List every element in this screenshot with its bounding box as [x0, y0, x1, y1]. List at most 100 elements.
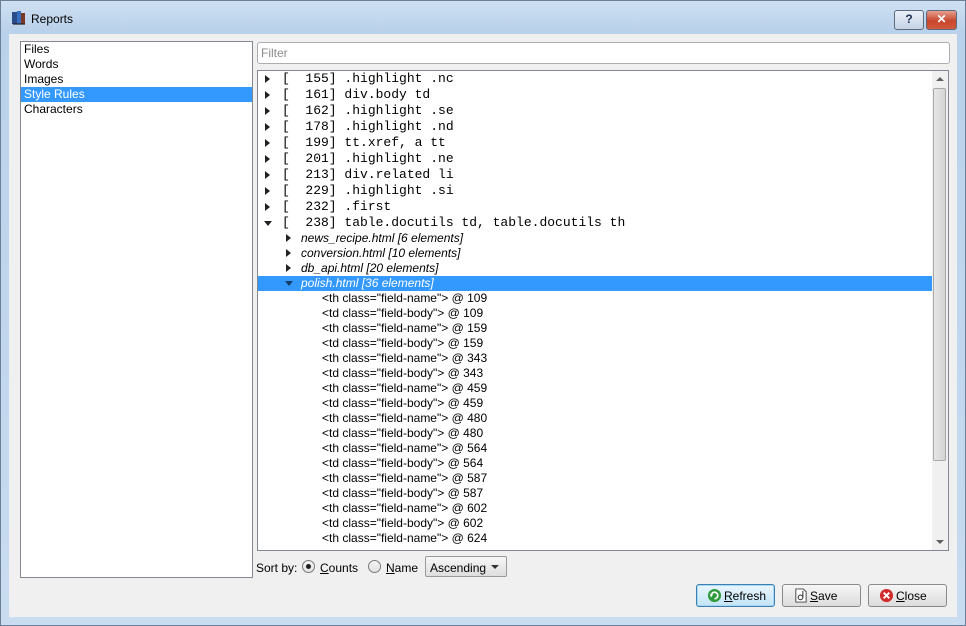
close-accel: C [896, 589, 905, 603]
file-label: conversion.html [10 elements] [301, 246, 461, 260]
dialog-body: Files Words Images Style Rules Characters Fi… [9, 34, 957, 617]
style-rule-text: [ 201] .highlight .ne [282, 151, 454, 166]
save-button[interactable]: Save [782, 584, 861, 607]
file-row[interactable]: news_recipe.html [6 elements] [258, 231, 932, 246]
element-row[interactable]: <td class="field-body"> @ 602 [258, 516, 932, 531]
expand-right-arrow-icon[interactable] [286, 234, 291, 242]
scroll-up-arrow-icon[interactable] [932, 71, 948, 87]
expand-right-arrow-icon[interactable] [265, 155, 270, 163]
save-icon [795, 588, 807, 603]
file-label: db_api.html [20 elements] [301, 261, 439, 275]
style-rule-text: [ 161] div.body td [282, 87, 431, 102]
window-title: Reports [31, 12, 74, 26]
close-label: lose [904, 589, 927, 603]
scroll-down-arrow-icon[interactable] [932, 534, 948, 550]
help-button[interactable]: ? [894, 10, 924, 30]
expand-right-arrow-icon[interactable] [265, 203, 270, 211]
element-row[interactable]: <td class="field-body"> @ 564 [258, 456, 932, 471]
sort-name-label[interactable]: Name [386, 561, 418, 575]
chevron-down-icon [491, 565, 499, 569]
element-row[interactable]: <th class="field-name"> @ 109 [258, 291, 932, 306]
style-rule-row[interactable]: [ 213] div.related li [258, 167, 932, 183]
expand-right-arrow-icon[interactable] [286, 249, 291, 257]
element-row[interactable]: <th class="field-name"> @ 459 [258, 381, 932, 396]
style-rule-text: [ 232] .first [282, 199, 392, 214]
style-rule-row[interactable]: [ 199] tt.xref, a tt [258, 135, 932, 151]
expand-right-arrow-icon[interactable] [265, 171, 270, 179]
element-row[interactable]: <th class="field-name"> @ 587 [258, 471, 932, 486]
category-item[interactable]: Images [21, 72, 252, 87]
expand-right-arrow-icon[interactable] [265, 107, 270, 115]
expand-down-arrow-icon[interactable] [264, 221, 272, 226]
style-rule-row[interactable]: [ 155] .highlight .nc [258, 71, 932, 87]
scrollbar-thumb[interactable] [933, 88, 946, 461]
sort-bar: Sort by: Counts Name Ascending [256, 556, 556, 580]
element-row[interactable]: <th class="field-name"> @ 159 [258, 321, 932, 336]
close-icon [879, 588, 894, 603]
tree-content: [ 155] .highlight .nc[ 161] div.body td[… [258, 71, 932, 546]
category-item[interactable]: Style Rules [21, 87, 252, 102]
style-rule-text: [ 199] tt.xref, a tt [282, 135, 446, 150]
expand-right-arrow-icon[interactable] [265, 91, 270, 99]
file-label: polish.html [36 elements] [301, 276, 434, 290]
sort-order-select[interactable]: Ascending [425, 556, 507, 577]
file-label: news_recipe.html [6 elements] [301, 231, 464, 245]
filter-placeholder: Filter [261, 46, 288, 60]
style-rule-text: [ 229] .highlight .si [282, 183, 454, 198]
element-row[interactable]: <th class="field-name"> @ 602 [258, 501, 932, 516]
style-rule-row[interactable]: [ 201] .highlight .ne [258, 151, 932, 167]
expand-right-arrow-icon[interactable] [286, 264, 291, 272]
expand-right-arrow-icon[interactable] [265, 123, 270, 131]
element-row[interactable]: <td class="field-body"> @ 459 [258, 396, 932, 411]
element-row[interactable]: <th class="field-name"> @ 343 [258, 351, 932, 366]
expand-right-arrow-icon[interactable] [265, 75, 270, 83]
element-row[interactable]: <td class="field-body"> @ 159 [258, 336, 932, 351]
category-item[interactable]: Words [21, 57, 252, 72]
element-row[interactable]: <th class="field-name"> @ 480 [258, 411, 932, 426]
expand-right-arrow-icon[interactable] [265, 187, 270, 195]
save-accel: S [810, 589, 819, 603]
category-item[interactable]: Files [21, 42, 252, 57]
sort-counts-radio[interactable] [302, 560, 315, 573]
expand-right-arrow-icon[interactable] [265, 139, 270, 147]
title-bar[interactable]: Reports ? ✕ [1, 1, 965, 35]
refresh-icon [707, 588, 722, 603]
report-category-list[interactable]: Files Words Images Style Rules Characters [20, 41, 253, 578]
file-row[interactable]: polish.html [36 elements] [258, 276, 932, 291]
style-rule-row[interactable]: [ 238] table.docutils td, table.docutils… [258, 215, 932, 231]
file-row[interactable]: conversion.html [10 elements] [258, 246, 932, 261]
style-rule-row[interactable]: [ 229] .highlight .si [258, 183, 932, 199]
sort-order-value: Ascending [430, 561, 487, 575]
element-row[interactable]: <td class="field-body"> @ 343 [258, 366, 932, 381]
style-rule-text: [ 213] div.related li [282, 167, 454, 182]
style-rule-text: [ 238] table.docutils td, table.docutils… [282, 215, 626, 230]
style-rules-tree[interactable]: [ 155] .highlight .nc[ 161] div.body td[… [257, 70, 949, 551]
element-row[interactable]: <td class="field-body"> @ 109 [258, 306, 932, 321]
window-close-button[interactable]: ✕ [926, 10, 957, 30]
filter-input[interactable]: Filter [257, 42, 950, 64]
style-rule-text: [ 155] .highlight .nc [282, 71, 454, 86]
sort-by-label: Sort by: [256, 561, 298, 575]
style-rule-row[interactable]: [ 162] .highlight .se [258, 103, 932, 119]
reports-window: Reports ? ✕ Files Words Images Style Rules C… [0, 0, 966, 626]
close-button[interactable]: Close [868, 584, 947, 607]
calibre-app-icon [12, 11, 25, 25]
sort-counts-label[interactable]: Counts [320, 561, 358, 575]
style-rule-text: [ 178] .highlight .nd [282, 119, 454, 134]
expand-down-arrow-icon[interactable] [285, 281, 293, 286]
style-rule-row[interactable]: [ 178] .highlight .nd [258, 119, 932, 135]
file-row[interactable]: db_api.html [20 elements] [258, 261, 932, 276]
style-rule-row[interactable]: [ 161] div.body td [258, 87, 932, 103]
vertical-scrollbar[interactable] [932, 71, 948, 550]
style-rule-text: [ 162] .highlight .se [282, 103, 454, 118]
save-label: ave [818, 589, 838, 603]
refresh-accel: R [724, 589, 733, 603]
category-item[interactable]: Characters [21, 102, 252, 117]
refresh-button[interactable]: Refresh [696, 584, 775, 607]
style-rule-row[interactable]: [ 232] .first [258, 199, 932, 215]
element-row[interactable]: <td class="field-body"> @ 587 [258, 486, 932, 501]
element-row[interactable]: <th class="field-name"> @ 624 [258, 531, 932, 546]
sort-name-radio[interactable] [368, 560, 381, 573]
element-row[interactable]: <td class="field-body"> @ 480 [258, 426, 932, 441]
element-row[interactable]: <th class="field-name"> @ 564 [258, 441, 932, 456]
